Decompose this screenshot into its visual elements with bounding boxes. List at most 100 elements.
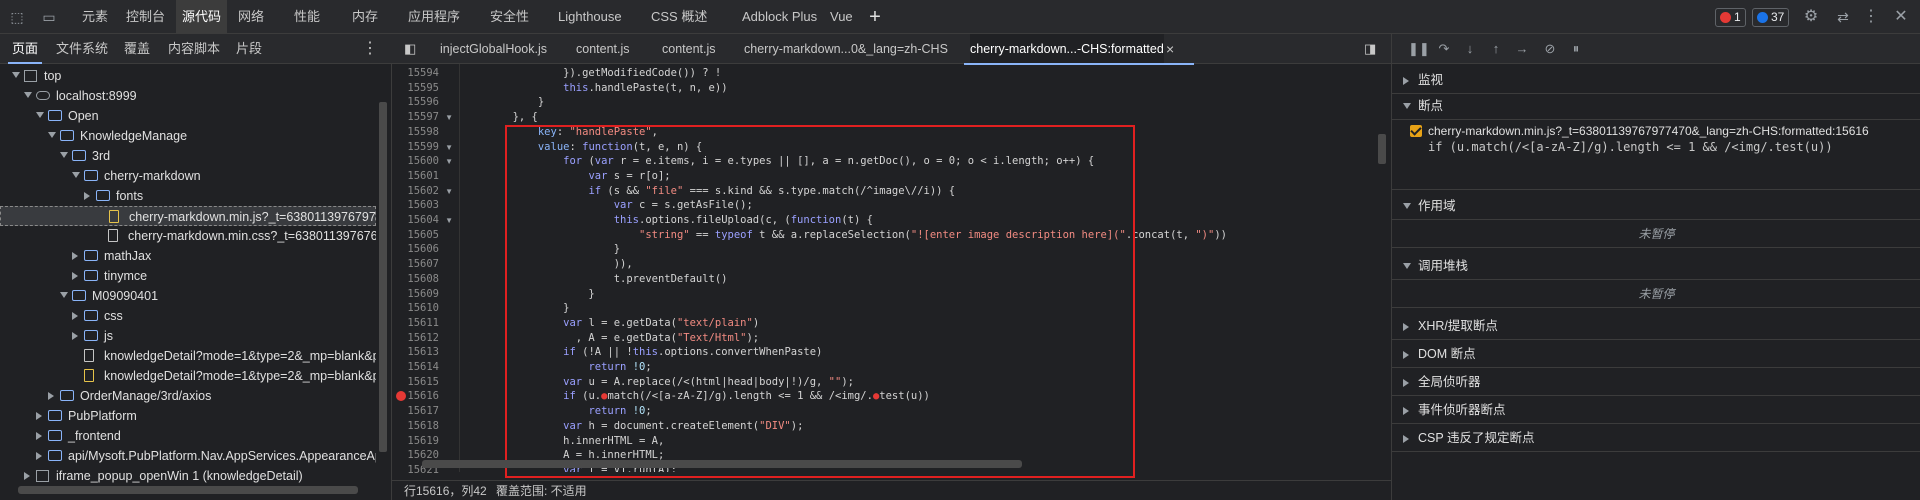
chevron-right-icon[interactable] [1403,407,1409,415]
tab-memory[interactable]: 内存 [352,0,378,34]
line-number[interactable]: 15610 [407,301,439,316]
pause-on-exceptions-icon[interactable]: ⏸ [1568,41,1584,57]
file-tab-cherry-markdown[interactable]: cherry-markdown...0&_lang=zh-CHS [744,34,948,64]
chevron-right-icon[interactable] [1403,379,1409,387]
tree-folder[interactable]: fonts [0,186,376,206]
chevron-right-icon[interactable] [72,312,78,320]
section-header[interactable]: CSP 违反了规定断点 [1392,424,1920,452]
chevron-down-icon[interactable] [24,92,32,98]
line-number[interactable]: 15605 [407,228,439,243]
editor-vertical-scrollbar[interactable] [1378,134,1386,164]
file-tab-content-2[interactable]: content.js [662,34,716,64]
tree-folder[interactable]: OrderManage/3rd/axios [0,386,376,406]
tab-security[interactable]: 安全性 [490,0,529,34]
step-out-icon[interactable]: ↑ [1488,41,1504,57]
tree-folder[interactable]: 3rd [0,146,376,166]
chevron-right-icon[interactable] [36,412,42,420]
breakpoint-checkbox[interactable] [1410,125,1422,137]
section-header[interactable]: 全局侦听器 [1392,368,1920,396]
close-devtools-icon[interactable]: ✕ [1892,8,1910,26]
tree-folder[interactable]: css [0,306,376,326]
line-number[interactable]: 15598 [407,125,439,140]
more-options-icon[interactable]: ⋮ [1862,8,1880,26]
tree-folder[interactable]: PubPlatform [0,406,376,426]
pause-icon[interactable]: ❚❚ [1408,41,1430,57]
line-number[interactable]: 15600 [407,154,439,169]
tree-file[interactable]: knowledgeDetail?mode=1&type=2&_mp=blank&… [0,366,376,386]
section-header[interactable]: 事件侦听器断点 [1392,396,1920,424]
toggle-debugger-icon[interactable]: ◨ [1364,34,1376,64]
deactivate-breakpoints-icon[interactable]: ⊘ [1542,41,1558,57]
fold-toggle-icon[interactable]: ▼ [445,216,453,225]
line-number[interactable]: 15595 [407,81,439,96]
chevron-down-icon[interactable] [60,152,68,158]
line-number[interactable]: 15601 [407,169,439,184]
breakpoint-item[interactable]: cherry-markdown.min.js?_t=63801139767977… [1392,120,1920,190]
nav-tab-filesystem[interactable]: 文件系统 [56,34,108,64]
tree-file[interactable]: cherry-markdown.min.css?_t=6380113976768… [0,226,376,246]
chevron-right-icon[interactable] [72,332,78,340]
tab-vue[interactable]: Vue [830,0,853,34]
section-header[interactable]: 调用堆栈 [1392,252,1920,280]
tab-application[interactable]: 应用程序 [408,0,460,34]
line-number[interactable]: 15614 [407,360,439,375]
tab-performance[interactable]: 性能 [294,0,320,34]
chevron-down-icon[interactable] [12,72,20,78]
editor-horizontal-scrollbar[interactable] [422,460,1022,468]
line-number[interactable]: 15603 [407,198,439,213]
tree-horizontal-scrollbar[interactable] [18,486,358,494]
line-number[interactable]: 15609 [407,287,439,302]
chevron-down-icon[interactable] [1403,103,1411,109]
tree-folder[interactable]: Open [0,106,376,126]
code-line[interactable]: }).getModifiedCode()) ? ! [462,66,721,81]
chevron-right-icon[interactable] [1403,351,1409,359]
tab-css-overview[interactable]: CSS 概述 [651,0,707,34]
line-number[interactable]: 15613 [407,345,439,360]
fold-toggle-icon[interactable]: ▼ [445,143,453,152]
chevron-right-icon[interactable] [1403,323,1409,331]
add-tab-icon[interactable]: + [866,7,884,27]
chevron-down-icon[interactable] [48,132,56,138]
tree-folder[interactable]: cherry-markdown [0,166,376,186]
code-line[interactable]: } [462,95,544,110]
tree-folder[interactable]: mathJax [0,246,376,266]
code-line[interactable]: }, { [462,110,538,125]
message-count-badge[interactable]: 37 [1752,8,1790,27]
chevron-right-icon[interactable] [72,272,78,280]
code-line[interactable]: this.handlePaste(t, n, e)) [462,81,727,96]
line-number[interactable]: 15612 [407,331,439,346]
tree-file[interactable]: cherry-markdown.min.js?_t=63801139767977… [0,206,376,226]
file-tab-inject-global-hook[interactable]: injectGlobalHook.js [440,34,547,64]
line-number[interactable]: 15606 [407,242,439,257]
fold-toggle-icon[interactable]: ▼ [445,157,453,166]
line-number[interactable]: 15615 [407,375,439,390]
line-number[interactable]: 15619 [407,434,439,449]
error-count-badge[interactable]: 1 [1715,8,1746,27]
tree-folder[interactable]: api/Mysoft.PubPlatform.Nav.AppServices.A… [0,446,376,466]
chevron-right-icon[interactable] [84,192,90,200]
chevron-down-icon[interactable] [1403,203,1411,209]
nav-tab-content-scripts[interactable]: 内容脚本 [168,34,220,64]
tree-folder[interactable]: M09090401 [0,286,376,306]
tree-file[interactable]: knowledgeDetail?mode=1&type=2&_mp=blank&… [0,346,376,366]
line-number[interactable]: 15596 [407,95,439,110]
tree-folder[interactable]: tinymce [0,266,376,286]
chevron-right-icon[interactable] [36,432,42,440]
file-tab-cherry-markdown-formatted[interactable]: cherry-markdown...-CHS:formatted [964,34,1194,65]
close-tab-icon[interactable]: × [1166,34,1174,64]
section-header[interactable]: 断点 [1392,92,1920,120]
nav-tab-snippets[interactable]: 片段 [236,34,262,64]
line-number[interactable]: 15608 [407,272,439,287]
line-number[interactable]: 15616 [407,389,439,404]
tab-network[interactable]: 网络 [238,0,264,34]
breakpoint-marker[interactable] [396,391,406,402]
section-header[interactable]: 监视 [1392,66,1920,94]
chevron-right-icon[interactable] [48,392,54,400]
toggle-navigator-icon[interactable]: ◧ [404,34,416,64]
chevron-right-icon[interactable] [24,472,30,480]
line-number[interactable]: 15599 [407,140,439,155]
chevron-right-icon[interactable] [36,452,42,460]
line-number[interactable]: 15602 [407,184,439,199]
chevron-right-icon[interactable] [1403,77,1409,85]
tree-folder[interactable]: KnowledgeManage [0,126,376,146]
